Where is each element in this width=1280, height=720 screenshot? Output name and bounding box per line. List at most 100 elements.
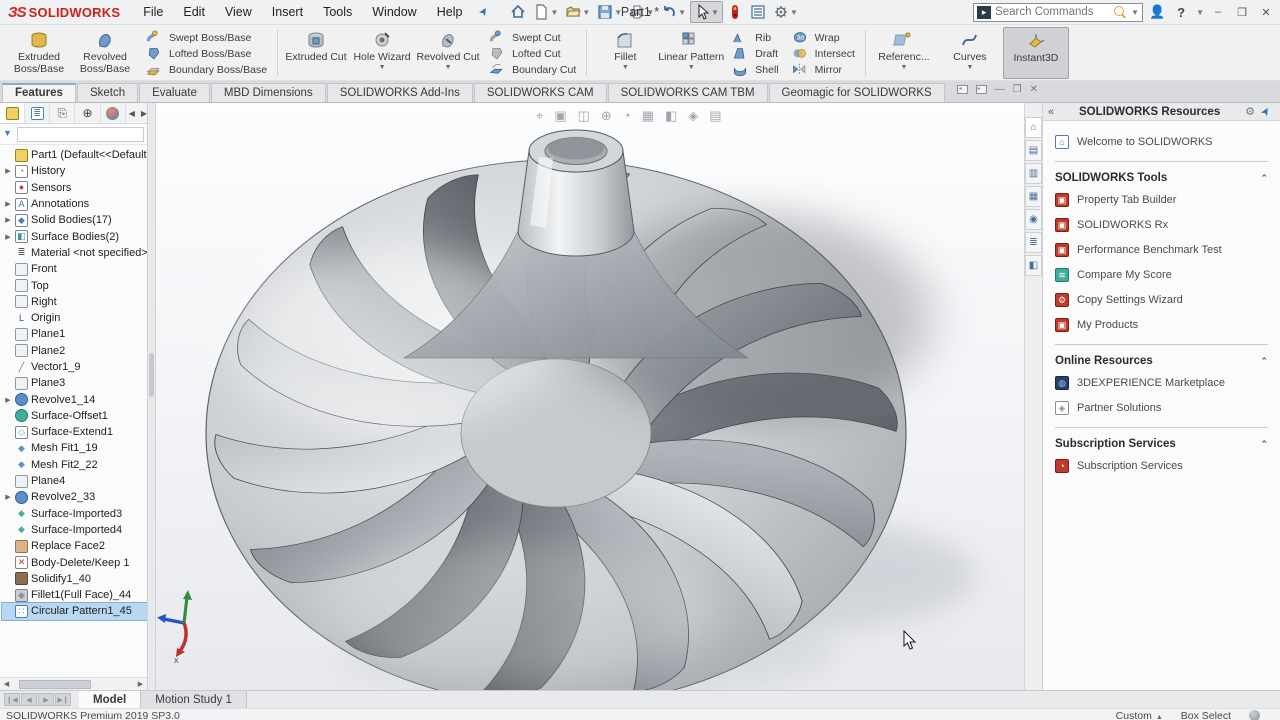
- revolved-boss-button[interactable]: Revolved Boss/Base: [72, 27, 138, 79]
- task-pane-link-my-products[interactable]: ▣My Products: [1055, 318, 1268, 332]
- tab-scroll-prev-icon[interactable]: ◀: [21, 693, 37, 706]
- tree-item-surface-extend1[interactable]: ◇Surface-Extend1: [2, 424, 147, 440]
- search-input[interactable]: [995, 6, 1110, 18]
- tree-item-fillet1-full-face-44[interactable]: ◆Fillet1(Full Face)_44: [2, 587, 147, 603]
- hole-wizard-button[interactable]: Hole Wizard▼: [349, 27, 415, 79]
- pin-menu-icon[interactable]: [479, 5, 493, 19]
- save-button[interactable]: ▼: [594, 2, 625, 22]
- pane-pin-icon[interactable]: [1261, 105, 1275, 119]
- minimize-button[interactable]: –: [1208, 4, 1228, 20]
- tree-item-body-delete-keep-1[interactable]: ✕Body-Delete/Keep 1: [2, 554, 147, 570]
- task-pane-link-performance-benchmark-test[interactable]: ▣Performance Benchmark Test: [1055, 243, 1268, 257]
- tab-features[interactable]: Features: [2, 83, 76, 102]
- swept-cut-button[interactable]: Swept Cut: [483, 30, 579, 46]
- tree-item-part1-default-default-dis[interactable]: Part1 (Default<<Default>_Dis: [2, 147, 147, 163]
- wrap-button[interactable]: 3dWrap: [786, 30, 858, 46]
- fillet-dropdown-icon[interactable]: ▼: [622, 64, 629, 71]
- view-palette-tab[interactable]: ▦: [1025, 186, 1042, 207]
- curves-button[interactable]: Curves▼: [937, 27, 1003, 79]
- search-caret-icon[interactable]: ▼: [1131, 8, 1139, 17]
- menu-view[interactable]: View: [216, 2, 261, 22]
- help-caret-icon[interactable]: ▼: [1196, 8, 1204, 17]
- impeller-model[interactable]: Z x: [156, 103, 1024, 690]
- new-document-caret-icon[interactable]: ▼: [550, 8, 558, 17]
- tree-item-plane4[interactable]: Plane4: [2, 473, 147, 489]
- next-window-icon[interactable]: [976, 85, 987, 94]
- zoom-area-icon[interactable]: ▣: [554, 108, 566, 124]
- tree-item-origin[interactable]: LOrigin: [2, 310, 147, 326]
- hole-wizard-dropdown-icon[interactable]: ▼: [379, 64, 386, 71]
- lofted-boss-button[interactable]: Lofted Boss/Base: [140, 46, 270, 62]
- tree-item-front[interactable]: Front: [2, 261, 147, 277]
- tree-item-solidify1-40[interactable]: Solidify1_40: [2, 571, 147, 587]
- search-launch-icon[interactable]: ▸: [977, 6, 991, 19]
- tree-item-mesh-fit1-19[interactable]: ◆Mesh Fit1_19: [2, 440, 147, 456]
- search-commands-box[interactable]: ▸ ▼: [973, 3, 1143, 22]
- draft-button[interactable]: Draft: [726, 46, 781, 62]
- tree-item-material-not-specified-[interactable]: ≣Material <not specified>: [2, 245, 147, 261]
- tab-solidworks-cam[interactable]: SOLIDWORKS CAM: [474, 83, 607, 102]
- linear-pattern-dropdown-icon[interactable]: ▼: [688, 64, 695, 71]
- collapse-section-icon[interactable]: ⌃: [1260, 173, 1268, 184]
- print-caret-icon[interactable]: ▼: [646, 8, 654, 17]
- open-button[interactable]: ▼: [562, 2, 593, 22]
- edit-appearance-icon[interactable]: ◈: [688, 108, 698, 124]
- menu-window[interactable]: Window: [363, 2, 425, 22]
- tree-item-annotations[interactable]: ▶AAnnotations: [2, 196, 147, 212]
- tree-item-revolve2-33[interactable]: ▶Revolve2_33: [2, 489, 147, 505]
- panel-tab-right-icon[interactable]: ▶: [141, 109, 147, 118]
- display-style-icon[interactable]: ▦: [642, 108, 654, 124]
- tree-item-top[interactable]: Top: [2, 277, 147, 293]
- instant3d-button[interactable]: Instant3D: [1003, 27, 1069, 79]
- tree-item-surface-offset1[interactable]: Surface-Offset1: [2, 408, 147, 424]
- doc-restore-icon[interactable]: ❐: [1013, 84, 1022, 95]
- display-style-dropdown[interactable]: Custom▲: [1116, 710, 1163, 720]
- tab-scroll-next-icon[interactable]: ▶: [38, 693, 54, 706]
- tree-item-history[interactable]: ▶◔History: [2, 163, 147, 179]
- task-pane-link-property-tab-builder[interactable]: ▣Property Tab Builder: [1055, 193, 1268, 207]
- panel-tab-left-icon[interactable]: ◀: [129, 109, 135, 118]
- doc-close-icon[interactable]: ✕: [1030, 84, 1038, 95]
- tree-item-plane2[interactable]: Plane2: [2, 343, 147, 359]
- scroll-thumb[interactable]: [19, 680, 91, 689]
- new-document-button[interactable]: ▼: [530, 2, 561, 22]
- custom-properties-tab[interactable]: ≣: [1025, 232, 1042, 253]
- hide-show-items-icon[interactable]: ◧: [665, 108, 677, 124]
- home-button[interactable]: [507, 2, 529, 22]
- design-library-tab[interactable]: ▤: [1025, 140, 1042, 161]
- selection-mode-label[interactable]: Box Select: [1181, 710, 1231, 720]
- task-pane-link-copy-settings-wizard[interactable]: ⚙Copy Settings Wizard: [1055, 293, 1268, 307]
- curves-dropdown-icon[interactable]: ▼: [966, 64, 973, 71]
- tree-item-surface-imported3[interactable]: ◆Surface-Imported3: [2, 506, 147, 522]
- reference-geometry-dropdown-icon[interactable]: ▼: [900, 64, 907, 71]
- tab-scroll-last-icon[interactable]: ▶❙: [55, 693, 71, 706]
- tree-item-plane1[interactable]: Plane1: [2, 326, 147, 342]
- select-cursor-button[interactable]: ▼: [690, 1, 723, 23]
- linear-pattern-button[interactable]: Linear Pattern▼: [658, 27, 724, 79]
- search-icon[interactable]: [1114, 6, 1126, 18]
- menu-tools[interactable]: Tools: [314, 2, 361, 22]
- properties-list-button[interactable]: [747, 2, 769, 22]
- fillet-button[interactable]: Fillet▼: [592, 27, 658, 79]
- options-gear-button[interactable]: ▼: [770, 2, 801, 22]
- tree-item-solid-bodies-17-[interactable]: ▶◆Solid Bodies(17): [2, 212, 147, 228]
- file-explorer-tab[interactable]: ▥: [1025, 163, 1042, 184]
- model-tab-motion-study-1[interactable]: Motion Study 1: [141, 691, 247, 708]
- scroll-left-icon[interactable]: ◀: [0, 680, 13, 688]
- collapse-section-icon[interactable]: ⌃: [1260, 356, 1268, 367]
- tree-item-circular-pattern1-45[interactable]: ∷Circular Pattern1_45: [2, 603, 147, 619]
- model-tab-model[interactable]: Model: [79, 691, 141, 708]
- expand-arrow-icon[interactable]: ▶: [4, 493, 12, 501]
- feature-manager-tab[interactable]: [0, 103, 25, 123]
- configuration-manager-tab[interactable]: ⎘: [50, 103, 75, 123]
- boundary-cut-button[interactable]: Boundary Cut: [483, 62, 579, 78]
- dimxpert-manager-tab[interactable]: ⊕: [75, 103, 100, 123]
- shell-button[interactable]: Shell: [726, 62, 781, 78]
- section-view-icon[interactable]: ⊕: [601, 108, 612, 124]
- resources-home-tab[interactable]: ⌂: [1025, 117, 1042, 138]
- graphics-viewport[interactable]: ⌖▣◫⊕◔▦◧◈▤: [156, 103, 1024, 690]
- panel-splitter[interactable]: [148, 103, 156, 690]
- extruded-boss-button[interactable]: Extruded Boss/Base: [6, 27, 72, 79]
- tab-sketch[interactable]: Sketch: [77, 83, 138, 102]
- menu-file[interactable]: File: [134, 2, 172, 22]
